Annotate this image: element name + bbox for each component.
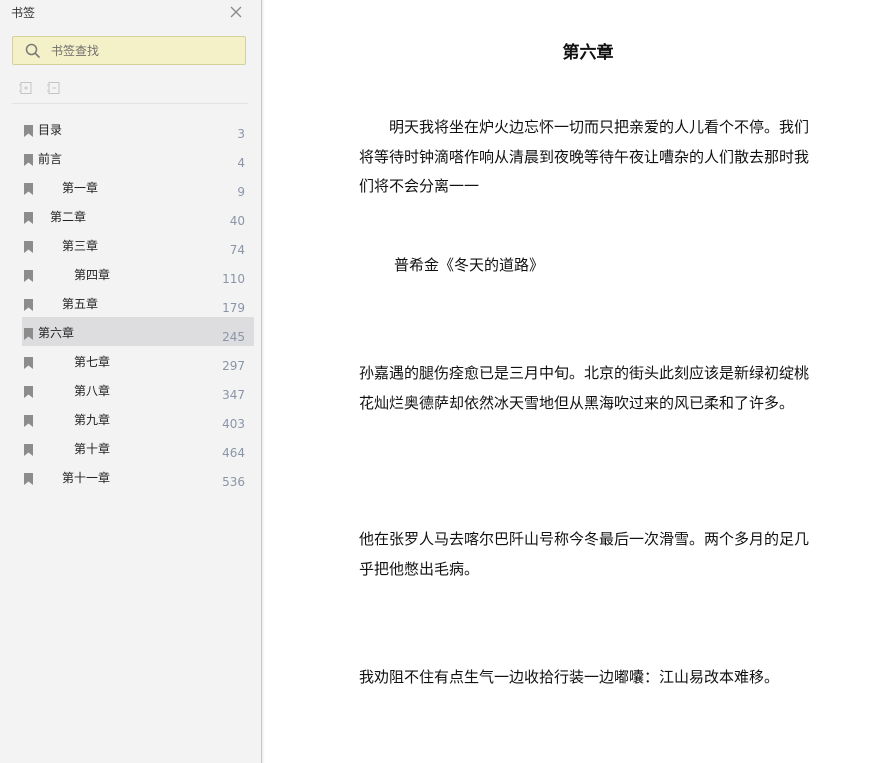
- bookmark-label: 第十一章: [62, 471, 111, 485]
- bookmark-label: 第十章: [74, 442, 111, 456]
- bookmark-icon: [24, 383, 33, 398]
- bookmark-label: 第六章: [38, 326, 75, 340]
- bookmark-page-number: 4: [237, 156, 245, 170]
- bookmark-page-number: 40: [229, 214, 245, 228]
- bookmark-icon: [24, 151, 33, 166]
- bookmark-icon: [24, 412, 33, 427]
- bookmark-page-number: 347: [222, 388, 245, 402]
- paragraph-body: 孙嘉遇的腿伤痊愈已是三月中旬。北京的街头此刻应该是新绿初绽桃花灿烂奥德萨却依然冰…: [359, 364, 810, 412]
- reading-pane: 第六章 明天我将坐在炉火边忘怀一切而只把亲爱的人儿看个不停。我们将等待时钟滴嗒作…: [262, 0, 872, 763]
- bookmark-page-number: 179: [222, 301, 245, 315]
- search-icon: [25, 43, 41, 59]
- add-bookmark-icon[interactable]: [18, 80, 34, 96]
- paragraph-epigraph: 明天我将坐在炉火边忘怀一切而只把亲爱的人儿看个不停。我们将等待时钟滴嗒作响从清晨…: [359, 118, 810, 195]
- bookmark-label: 第五章: [62, 297, 99, 311]
- bookmark-icon: [24, 238, 33, 253]
- bookmark-item-chapter-10[interactable]: 第十章 464: [22, 433, 254, 462]
- bookmark-icon: [24, 267, 33, 282]
- bookmark-label: 第七章: [74, 355, 111, 369]
- chapter-title: 第六章: [562, 43, 614, 63]
- bookmark-item-qianyan[interactable]: 前言 4: [22, 143, 254, 172]
- bookmark-item-chapter-6[interactable]: 第六章 245: [22, 317, 254, 346]
- bookmark-search-box[interactable]: [12, 36, 246, 65]
- bookmark-sidebar: 书签 目录 3 前言 4 第一章 9: [0, 0, 262, 763]
- bookmark-page-number: 110: [222, 272, 245, 286]
- bookmark-item-chapter-11[interactable]: 第十一章 536: [22, 462, 254, 491]
- bookmark-item-chapter-9[interactable]: 第九章 403: [22, 404, 254, 433]
- bookmark-item-mulu[interactable]: 目录 3: [22, 114, 254, 143]
- paragraph-attribution: 普希金《冬天的道路》: [394, 256, 545, 274]
- bookmark-item-chapter-7[interactable]: 第七章 297: [22, 346, 254, 375]
- bookmark-page-number: 403: [222, 417, 245, 431]
- bookmark-label: 前言: [38, 152, 63, 166]
- bookmark-item-chapter-2[interactable]: 第二章 40: [22, 201, 254, 230]
- bookmark-page-number: 297: [222, 359, 245, 373]
- sidebar-title: 书签: [11, 6, 36, 20]
- bookmark-item-chapter-5[interactable]: 第五章 179: [22, 288, 254, 317]
- divider: [12, 103, 248, 104]
- bookmark-icon: [24, 470, 33, 485]
- close-icon[interactable]: [228, 4, 244, 20]
- bookmark-page-number: 245: [222, 330, 245, 344]
- bookmark-page-number: 536: [222, 475, 245, 489]
- bookmark-page-number: 3: [237, 127, 245, 141]
- bookmark-label: 第四章: [74, 268, 111, 282]
- bookmark-icon: [24, 296, 33, 311]
- bookmark-icon: [24, 354, 33, 369]
- bookmark-label: 第八章: [74, 384, 111, 398]
- bookmark-page-number: 9: [237, 185, 245, 199]
- bookmark-item-chapter-1[interactable]: 第一章 9: [22, 172, 254, 201]
- bookmark-icon: [24, 180, 33, 195]
- bookmark-label: 第九章: [74, 413, 111, 427]
- bookmark-item-chapter-3[interactable]: 第三章 74: [22, 230, 254, 259]
- bookmark-icon: [24, 122, 33, 137]
- bookmark-label: 第三章: [62, 239, 99, 253]
- bookmark-icon: [24, 209, 33, 224]
- bookmark-icon: [24, 325, 33, 340]
- bookmark-item-chapter-4[interactable]: 第四章 110: [22, 259, 254, 288]
- bookmark-page-number: 74: [229, 243, 245, 257]
- bookmark-icon: [24, 441, 33, 456]
- bookmark-label: 目录: [38, 123, 63, 137]
- delete-bookmark-icon[interactable]: [46, 80, 62, 96]
- paragraph-body: 他在张罗人马去喀尔巴阡山号称今冬最后一次滑雪。两个多月的足几乎把他憋出毛病。: [359, 530, 810, 578]
- bookmark-item-chapter-8[interactable]: 第八章 347: [22, 375, 254, 404]
- bookmark-page-number: 464: [222, 446, 245, 460]
- search-input[interactable]: [51, 41, 236, 61]
- bookmark-label: 第二章: [50, 210, 87, 224]
- bookmark-label: 第一章: [62, 181, 99, 195]
- paragraph-body: 我劝阻不住有点生气一边收拾行装一边嘟囔：江山易改本难移。: [359, 668, 780, 686]
